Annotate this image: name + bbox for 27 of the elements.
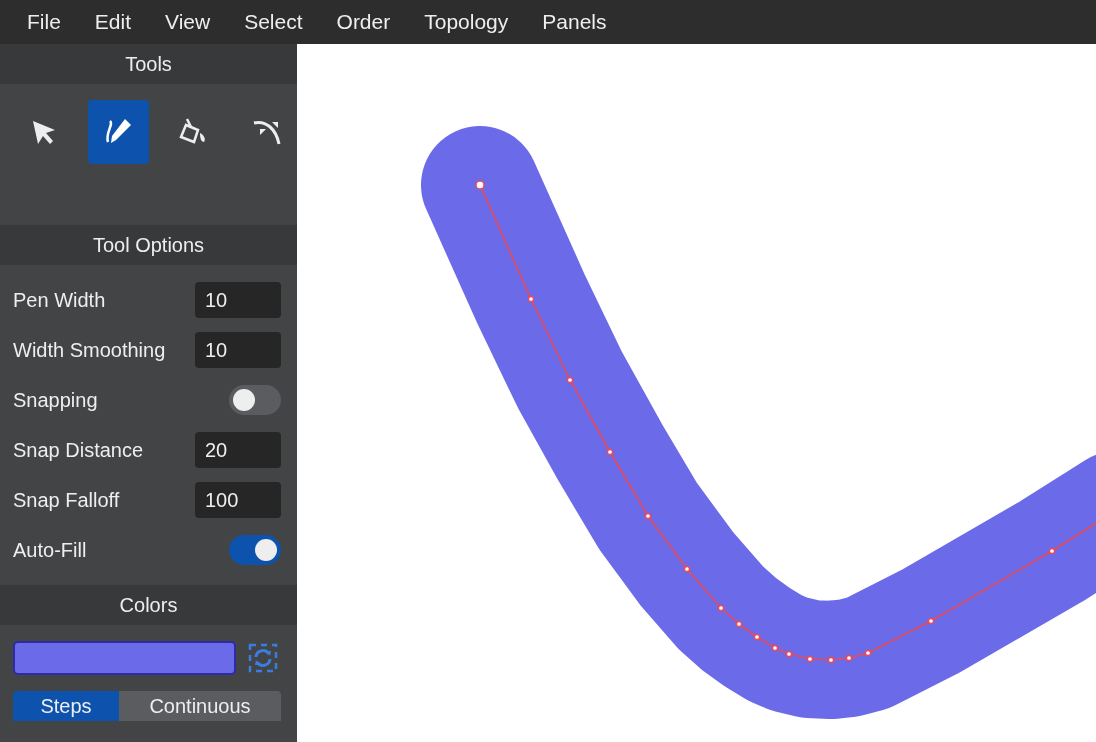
panel-header: Colors bbox=[0, 585, 297, 625]
menu-item[interactable]: Edit bbox=[77, 10, 149, 34]
mode-tab[interactable]: Steps bbox=[13, 691, 119, 721]
menu-item[interactable]: Topology bbox=[407, 10, 526, 34]
option-label: Auto-Fill bbox=[13, 538, 87, 562]
option-label: Snap Falloff bbox=[13, 488, 120, 512]
swap-icon[interactable] bbox=[248, 643, 278, 673]
panel-header: Tools bbox=[0, 44, 297, 84]
number-field[interactable]: 20 bbox=[195, 432, 281, 468]
toggle-switch[interactable] bbox=[229, 385, 281, 415]
number-field[interactable]: 100 bbox=[195, 482, 281, 518]
number-field[interactable]: 10 bbox=[195, 332, 281, 368]
menu-item[interactable]: File bbox=[10, 10, 78, 34]
tool-button[interactable] bbox=[88, 100, 149, 164]
option-label: Snap Distance bbox=[13, 438, 144, 462]
number-field[interactable]: 10 bbox=[195, 282, 281, 318]
color-swatch[interactable] bbox=[13, 641, 236, 675]
panel-header: Tool Options bbox=[0, 225, 297, 265]
menu-item[interactable]: Order bbox=[319, 10, 408, 34]
option-label: Pen Width bbox=[13, 288, 106, 312]
menu-item[interactable]: Select bbox=[227, 10, 320, 34]
toggle-switch[interactable] bbox=[229, 535, 281, 565]
menu-item[interactable]: View bbox=[148, 10, 228, 34]
menu-item[interactable]: Panels bbox=[525, 10, 624, 34]
option-label: Snapping bbox=[13, 388, 98, 412]
option-label: Width Smoothing bbox=[13, 338, 166, 362]
mode-tab[interactable]: Continuous bbox=[119, 691, 281, 721]
